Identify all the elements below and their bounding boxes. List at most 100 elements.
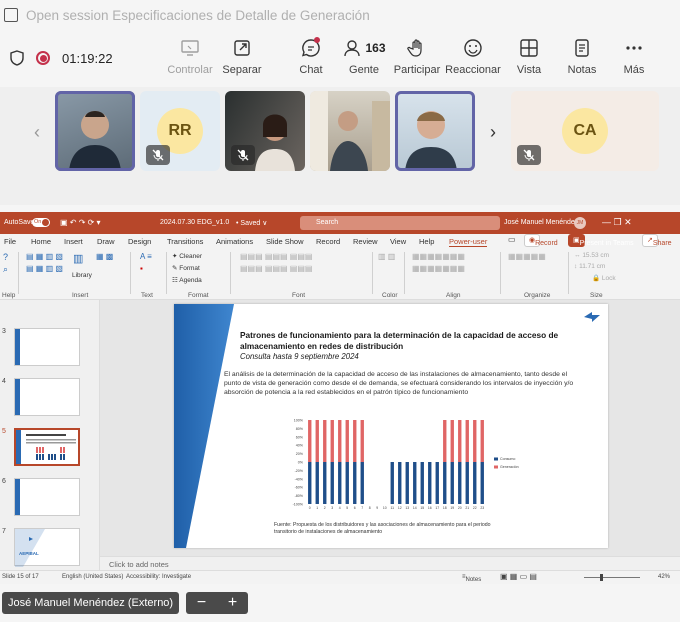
slide-thumbnail-selected[interactable] [14, 428, 80, 466]
font-tools[interactable]: ▤▤▤ ▤▤▤ ▤▤▤ [240, 264, 312, 273]
ppt-window-controls[interactable]: — ❐ ✕ [602, 217, 632, 228]
current-slide[interactable]: Patrones de funcionamiento para la deter… [174, 304, 608, 548]
ppt-tab[interactable]: Insert [64, 237, 83, 246]
ppt-tab[interactable]: Slide Show [266, 237, 304, 246]
participant-tile[interactable] [55, 91, 135, 171]
notes-button[interactable]: Notas [552, 38, 612, 76]
text-tools-icon[interactable]: A ≡ [140, 252, 152, 261]
raise-hand-button[interactable]: Participar [387, 38, 447, 76]
lock-button[interactable]: 🔒 Lock [592, 274, 616, 282]
bar-generacion [345, 420, 349, 462]
ppt-tab[interactable]: Transitions [167, 237, 203, 246]
notes-pane[interactable]: Click to add notes [100, 556, 680, 570]
x-tick-label: 1 [316, 506, 318, 510]
ribbon-group-label: Help [2, 292, 16, 299]
present-in-teams-button[interactable]: ▣ Present in Teams [568, 234, 634, 247]
slide-thumbnail[interactable] [14, 328, 80, 366]
format-button[interactable]: ✎ Format [172, 264, 200, 272]
insert-tools-icon[interactable]: ▤ ▦ ▥ ▧ [26, 264, 63, 273]
view-button[interactable]: Vista [499, 38, 559, 76]
library-icon[interactable]: ▥ [73, 252, 83, 265]
color-tools[interactable]: ▥ ▥ [378, 252, 395, 261]
language-status[interactable]: English (United States) [62, 574, 123, 580]
pop-out-button[interactable]: Separar [212, 38, 272, 76]
control-button[interactable]: Controlar [160, 38, 220, 76]
organize-tools[interactable]: ▦▦▦▦▦ [508, 252, 546, 261]
view-buttons[interactable]: ▣ ▦ ▭ ▤ [500, 572, 537, 581]
width-input[interactable]: ↔ 15.53 cm [574, 252, 609, 259]
bar-consumo [428, 462, 432, 504]
help-icon[interactable]: ? [3, 252, 8, 262]
ppt-tab[interactable]: Animations [216, 237, 253, 246]
shield-icon[interactable] [10, 50, 24, 66]
zoom-slider-track[interactable] [584, 577, 640, 578]
slide-thumbnail[interactable]: AEPIBAL [14, 528, 80, 567]
ppt-tab[interactable]: Home [31, 237, 51, 246]
notes-toggle[interactable]: ≡ Notes [462, 574, 481, 583]
more-button[interactable]: Más [604, 38, 664, 76]
comments-icon[interactable]: ▭ [508, 235, 516, 244]
cleaner-button[interactable]: ✦ Cleaner [172, 252, 202, 260]
ribbon-separator [230, 252, 231, 294]
ppt-tab[interactable]: Review [353, 237, 378, 246]
next-participants-button[interactable]: › [478, 92, 508, 172]
notes-placeholder: Click to add notes [109, 560, 169, 569]
participant-tile[interactable] [225, 91, 305, 171]
ppt-saved-status[interactable]: • Saved ∨ [236, 219, 267, 227]
chat-button[interactable]: Chat [281, 37, 341, 76]
participant-video [310, 91, 390, 171]
grid-view-icon [520, 39, 538, 57]
participant-tile[interactable]: RR [140, 91, 220, 171]
zoom-in-button[interactable]: + [228, 594, 237, 612]
ppt-tab[interactable]: Design [128, 237, 151, 246]
ribbon-group-label: Size [590, 292, 603, 299]
ribbon-group-label: Format [188, 292, 209, 299]
thumbnail-number: 3 [2, 328, 6, 335]
insert-tools-icon[interactable]: ▦ ▩ [96, 252, 113, 261]
participant-tile[interactable] [310, 91, 390, 171]
align-tools[interactable]: ▦▦▦▦▦▦▦ [412, 264, 465, 273]
y-tick-label: -20% [295, 469, 304, 473]
ppt-tab[interactable]: File [4, 237, 16, 246]
ppt-tab[interactable]: Draw [97, 237, 115, 246]
zoom-level[interactable]: 42% [658, 574, 670, 580]
zoom-slider-thumb[interactable] [600, 574, 603, 581]
ppt-tab-power-user[interactable]: Power-user [449, 237, 488, 247]
bar-consumo [443, 462, 447, 504]
align-tools[interactable]: ▦▦▦▦▦▦▦ [412, 252, 465, 261]
ribbon-group-label: Font [292, 292, 306, 299]
react-button[interactable]: Reaccionar [443, 38, 503, 76]
previous-participants-button[interactable]: ‹ [22, 92, 52, 172]
zoom-out-button[interactable]: − [197, 594, 206, 612]
search-icon[interactable]: ⌕ [3, 264, 8, 275]
record-button[interactable]: ◉ Record [524, 234, 558, 247]
raise-hand-icon [407, 39, 422, 57]
insert-tools-icon[interactable]: ▤ ▦ ▥ ▧ [26, 252, 63, 261]
ppt-quick-access[interactable]: ▣ ↶ ↷ ⟳ ▾ [60, 218, 101, 227]
share-button[interactable]: ↗ Share [642, 234, 672, 247]
ppt-tab[interactable]: Record [316, 237, 340, 246]
x-tick-label: 17 [435, 506, 439, 510]
bar-consumo [420, 462, 424, 504]
ppt-tab[interactable]: Help [419, 237, 434, 246]
font-tools[interactable]: ▤▤▤ ▤▤▤ ▤▤▤ [240, 252, 312, 261]
ppt-user-avatar[interactable]: JM [574, 217, 586, 229]
library-label[interactable]: Library [72, 272, 92, 279]
slide-editing-canvas[interactable]: Patrones de funcionamiento para la deter… [100, 300, 680, 556]
people-button[interactable]: 163 Gente [334, 38, 394, 76]
slide-thumbnail[interactable] [14, 478, 80, 516]
slide-thumbnail[interactable] [14, 378, 80, 416]
ppt-search-box[interactable]: Search [300, 216, 500, 230]
operation-pattern-chart: 100% 80% 60% 40% 20% 0% -20% -40% -60% -80% -100% 0… [293, 419, 519, 511]
company-logo-icon [584, 312, 600, 322]
accessibility-status[interactable]: Accessibility: Investigate [126, 574, 191, 580]
x-tick-label: 19 [450, 506, 454, 510]
participant-tile[interactable]: CA [511, 91, 659, 171]
width-value: 15.53 cm [582, 252, 610, 259]
autosave-toggle-label: On [34, 219, 42, 225]
ppt-tab[interactable]: View [390, 237, 406, 246]
agenda-button[interactable]: ☷ Agenda [172, 276, 202, 284]
participant-tile[interactable] [395, 91, 475, 171]
flag-icon[interactable]: ▪ [140, 264, 143, 273]
height-input[interactable]: ↕ 11.71 cm [574, 263, 605, 270]
